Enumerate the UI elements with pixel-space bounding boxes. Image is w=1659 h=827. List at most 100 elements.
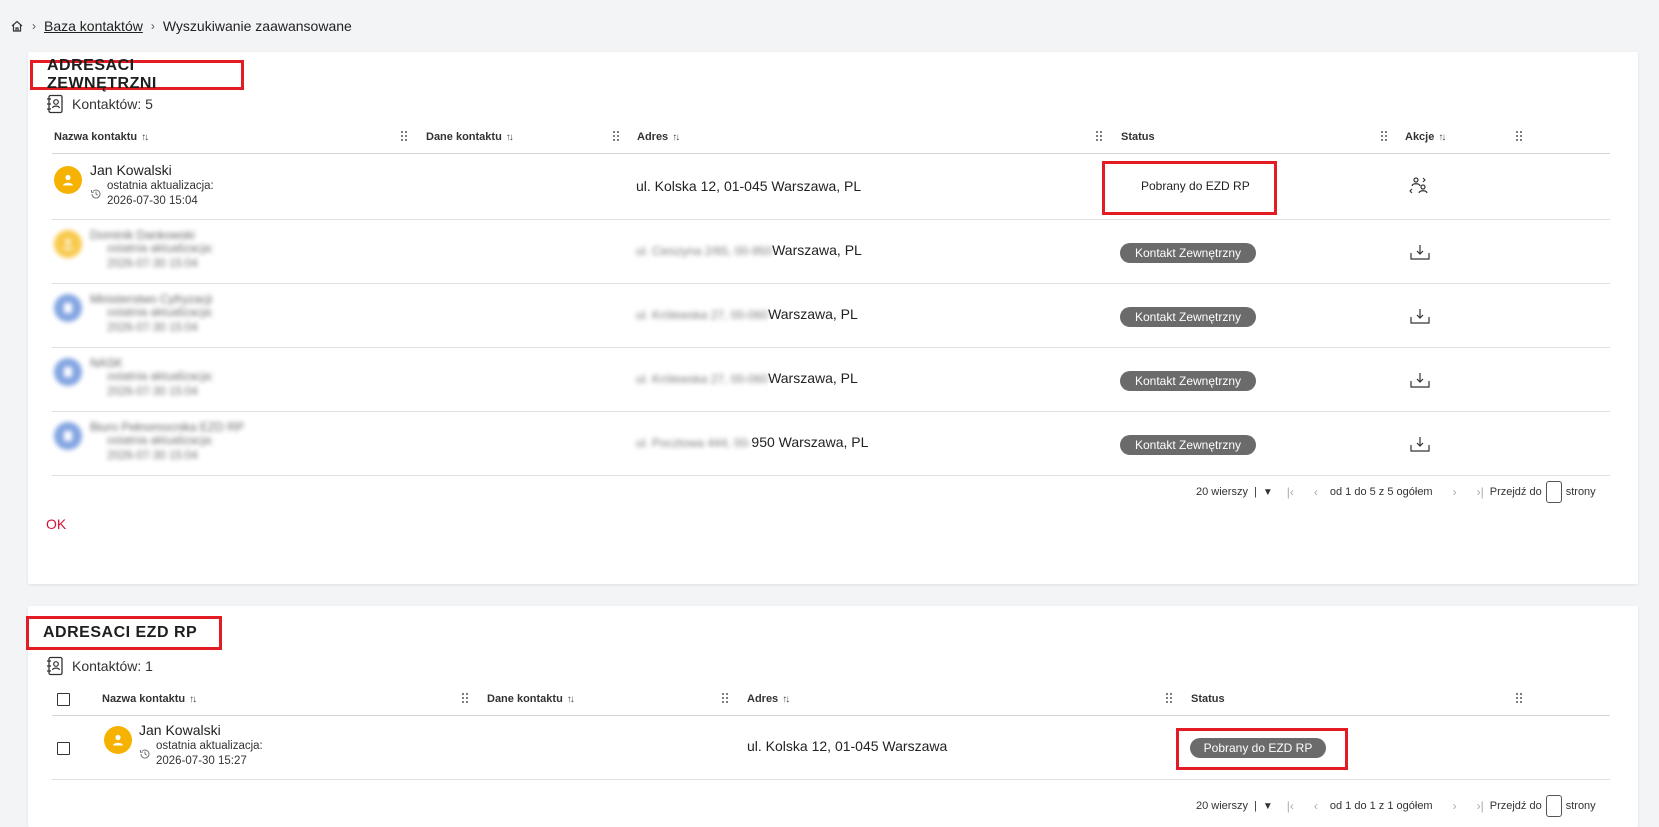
table-row[interactable]: Ministerstwo Cyfryzacji ostatnia aktuali… xyxy=(52,284,1610,348)
sort-icon: ↑↓ xyxy=(141,131,149,143)
select-all-checkbox[interactable] xyxy=(57,693,70,706)
column-header-actions[interactable]: Akcje ↑↓ xyxy=(1405,120,1446,154)
contact-address: ul. Królewska 27, 00-060Warszawa, PL xyxy=(636,306,858,322)
breadcrumb-current: Wyszukiwanie zaawansowane xyxy=(162,18,352,34)
goto-suffix: strony xyxy=(1565,486,1596,498)
download-tray-icon[interactable] xyxy=(1410,371,1430,389)
breadcrumb: › Baza kontaktów › Wyszukiwanie zaawanso… xyxy=(10,18,352,34)
column-header-name[interactable]: Nazwa kontaktu ↑↓ xyxy=(102,682,197,716)
download-tray-icon[interactable] xyxy=(1410,307,1430,325)
next-page-icon[interactable]: › xyxy=(1453,799,1457,813)
last-update: ostatnia aktualizacja: 2026-07-30 15:04 xyxy=(107,243,214,270)
breadcrumb-separator: › xyxy=(150,19,155,33)
contact-address: ul. Pocztowa 444, 00-950 Warszawa, PL xyxy=(636,434,869,450)
table-row[interactable]: NASK ostatnia aktualizacja: 2026-07-30 15… xyxy=(52,348,1610,412)
rows-per-page-select[interactable]: 20 wierszy xyxy=(1196,800,1248,812)
ezd-recipients-card: ADRESACI EZD RP Kontaktów: 1 Nazwa konta… xyxy=(26,606,1638,827)
people-exchange-icon[interactable] xyxy=(1409,176,1429,194)
goto-label: Przejdź do xyxy=(1489,486,1542,498)
address-book-icon xyxy=(47,94,63,114)
last-page-icon[interactable]: ›| xyxy=(1477,799,1484,813)
contact-count-label: Kontaktów: 5 xyxy=(72,96,153,112)
sort-icon: ↑↓ xyxy=(566,693,575,705)
status-badge: Pobrany do EZD RP xyxy=(1190,738,1326,758)
contact-name: Jan Kowalski xyxy=(139,722,221,738)
table-header: Nazwa kontaktu ↑↓ Dane kontaktu ↑↓ Adres ↑↓… xyxy=(52,120,1610,154)
person-icon xyxy=(63,238,73,250)
last-update: ostatnia aktualizacja: 2026-07-30 15:04 xyxy=(107,180,214,207)
last-update: ostatnia aktualizacja: 2026-07-30 15:27 xyxy=(156,740,263,767)
last-update: ostatnia aktualizacja: 2026-07-30 15:04 xyxy=(107,435,214,462)
address-book-icon xyxy=(47,656,63,676)
column-drag-handle-icon[interactable] xyxy=(722,693,730,705)
contact-name: Biuro Pełnomocnika EZD RP xyxy=(90,420,245,434)
person-icon xyxy=(113,734,123,746)
first-page-icon[interactable]: |‹ xyxy=(1287,485,1294,499)
status-label: Pobrany do EZD RP xyxy=(1141,179,1250,193)
table-row[interactable]: Biuro Pełnomocnika EZD RP ostatnia aktua… xyxy=(52,412,1610,476)
column-header-address[interactable]: Adres ↑↓ xyxy=(637,120,680,154)
last-update: ostatnia aktualizacja: 2026-07-30 15:04 xyxy=(107,371,214,398)
ok-button[interactable]: OK xyxy=(46,516,66,532)
first-page-icon[interactable]: |‹ xyxy=(1287,799,1294,813)
column-drag-handle-icon[interactable] xyxy=(1516,693,1524,705)
last-page-icon[interactable]: ›| xyxy=(1477,485,1484,499)
home-icon[interactable] xyxy=(10,19,24,33)
column-drag-handle-icon[interactable] xyxy=(401,131,409,143)
column-header-status[interactable]: Status xyxy=(1121,120,1155,154)
history-icon xyxy=(140,749,150,759)
contact-name: Jan Kowalski xyxy=(90,162,172,178)
building-icon xyxy=(64,303,72,313)
column-header-contact-data[interactable]: Dane kontaktu ↑↓ xyxy=(487,682,575,716)
column-header-name[interactable]: Nazwa kontaktu ↑↓ xyxy=(54,120,149,154)
goto-label: Przejdź do xyxy=(1489,800,1542,812)
contact-address: ul. Kolska 12, 01-045 Warszawa xyxy=(747,738,948,754)
breadcrumb-link-contacts[interactable]: Baza kontaktów xyxy=(44,18,143,34)
column-header-address[interactable]: Adres ↑↓ xyxy=(747,682,790,716)
history-icon xyxy=(91,189,101,199)
table-row[interactable]: Dominik Dankowski ostatnia aktualizacja:… xyxy=(52,220,1610,284)
goto-suffix: strony xyxy=(1565,800,1596,812)
avatar xyxy=(54,422,82,450)
table-header: Nazwa kontaktu ↑↓ Dane kontaktu ↑↓ Adres ↑↓… xyxy=(52,682,1610,716)
contact-name: Dominik Dankowski xyxy=(90,228,195,242)
rows-per-page-select[interactable]: 20 wierszy xyxy=(1196,486,1248,498)
prev-page-icon[interactable]: ‹ xyxy=(1314,485,1318,499)
chevron-down-icon[interactable]: ▼ xyxy=(1263,487,1273,498)
section-title-box: ADRESACI EZD RP xyxy=(26,616,222,650)
download-tray-icon[interactable] xyxy=(1410,243,1430,261)
column-drag-handle-icon[interactable] xyxy=(462,693,470,705)
contact-count: Kontaktów: 5 xyxy=(46,94,153,114)
column-drag-handle-icon[interactable] xyxy=(1516,131,1524,143)
row-checkbox[interactable] xyxy=(57,742,70,755)
avatar xyxy=(54,294,82,322)
table-row[interactable]: Jan Kowalski ostatnia aktualizacja: 2026-… xyxy=(52,154,1610,220)
column-drag-handle-icon[interactable] xyxy=(1166,693,1174,705)
avatar xyxy=(54,166,82,194)
goto-page-input[interactable] xyxy=(1545,795,1562,817)
next-page-icon[interactable]: › xyxy=(1453,485,1457,499)
avatar xyxy=(54,358,82,386)
section-title-box: ADRESACI ZEWNĘTRZNI xyxy=(30,57,244,92)
avatar xyxy=(54,230,82,258)
pagination: 20 wierszy | ▼ |‹ ‹ od 1 do 1 z 1 ogółem… xyxy=(1196,794,1596,818)
section-title: ADRESACI ZEWNĘTRZNI xyxy=(47,57,157,92)
column-header-status[interactable]: Status xyxy=(1191,682,1225,716)
goto-page-input[interactable] xyxy=(1545,481,1562,503)
status-badge: Kontakt Zewnętrzny xyxy=(1120,243,1256,263)
contact-address: ul. Królewska 27, 00-060Warszawa, PL xyxy=(636,370,858,386)
column-drag-handle-icon[interactable] xyxy=(613,131,621,143)
external-recipients-card: ADRESACI ZEWNĘTRZNI Kontaktów: 5 Nazwa k… xyxy=(28,52,1638,584)
status-badge: Kontakt Zewnętrzny xyxy=(1120,307,1256,327)
table-row[interactable]: Jan Kowalski ostatnia aktualizacja: 2026-… xyxy=(52,716,1610,780)
sort-icon: ↑↓ xyxy=(189,693,197,705)
column-drag-handle-icon[interactable] xyxy=(1381,131,1389,143)
chevron-down-icon[interactable]: ▼ xyxy=(1263,801,1273,812)
column-drag-handle-icon[interactable] xyxy=(1096,131,1104,143)
sort-icon: ↑↓ xyxy=(672,131,680,143)
download-tray-icon[interactable] xyxy=(1410,435,1430,453)
column-header-contact-data[interactable]: Dane kontaktu ↑↓ xyxy=(426,120,514,154)
prev-page-icon[interactable]: ‹ xyxy=(1314,799,1318,813)
section-title: ADRESACI EZD RP xyxy=(43,624,198,641)
contact-address: ul. Kolska 12, 01-045 Warszawa, PL xyxy=(636,178,862,194)
